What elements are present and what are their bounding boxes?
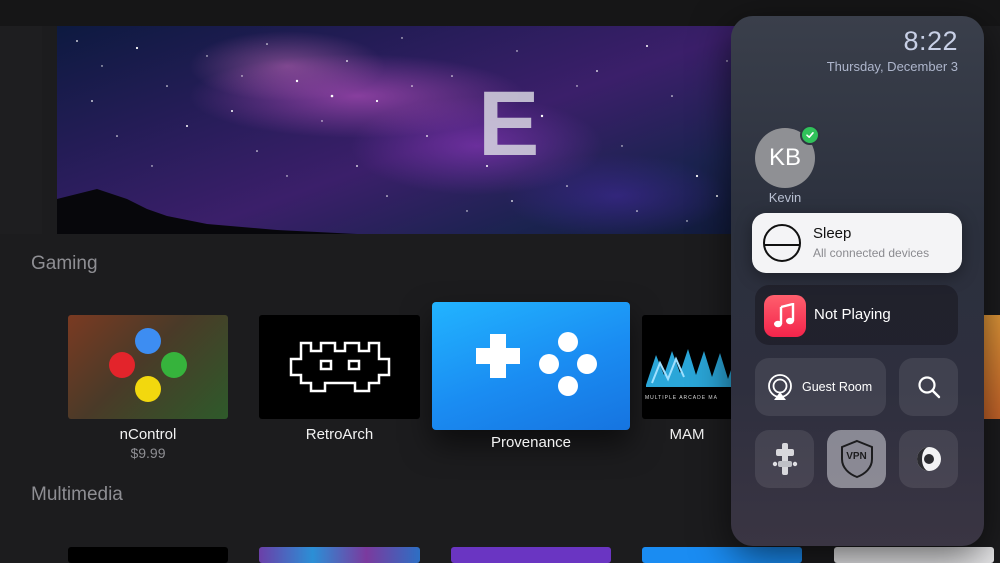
user-name: Kevin (768, 190, 802, 205)
mame-banner-text: MULTIPLE ARCADE MA (645, 395, 718, 401)
banner-previous-edge[interactable] (0, 26, 42, 234)
app-price-ncontrol: $9.99 (130, 445, 166, 461)
app-tile-multimedia-2[interactable] (259, 547, 420, 563)
dark-mode-icon (916, 447, 941, 471)
sleep-button[interactable]: Sleep All connected devices (752, 213, 962, 273)
clock-time: 8:22 (903, 26, 958, 56)
music-app-icon (764, 295, 806, 337)
app-tile-multimedia-5[interactable] (834, 547, 994, 563)
ncontrol-buttons-icon (109, 328, 187, 402)
app-label-retroarch: RetroArch (305, 426, 374, 443)
sleep-power-icon (763, 224, 801, 262)
search-button[interactable] (899, 358, 958, 416)
audio-output-label: Guest Room (802, 380, 873, 394)
mame-logo-icon (646, 349, 742, 387)
now-playing-button[interactable]: Not Playing (755, 285, 958, 345)
sleep-subtitle: All connected devices (813, 246, 930, 260)
active-user-check-icon (800, 125, 820, 145)
clock-date: Thursday, December 3 (826, 59, 958, 74)
audio-output-button[interactable]: Guest Room (755, 358, 886, 416)
app-label-ncontrol: nControl (119, 426, 177, 443)
game-controller-button[interactable] (755, 430, 814, 488)
app-tile-ncontrol[interactable] (68, 315, 228, 419)
app-label-provenance: Provenance (490, 434, 572, 451)
dark-mode-button[interactable] (899, 430, 958, 488)
vpn-button[interactable]: VPN (827, 430, 886, 488)
app-tile-mame[interactable]: MULTIPLE ARCADE MA (642, 315, 742, 419)
section-title-multimedia: Multimedia (31, 484, 123, 505)
control-center-panel: 8:22 Thursday, December 3 KB Kevin Sleep… (731, 16, 984, 546)
app-label-mame: MAM (669, 426, 705, 443)
app-tile-provenance[interactable] (432, 302, 630, 430)
app-tile-multimedia-3[interactable] (451, 547, 611, 563)
mountain-silhouette (57, 189, 357, 234)
retroarch-invader-icon (289, 341, 391, 393)
sleep-title: Sleep (813, 225, 852, 242)
banner-app-letter: E (478, 73, 540, 175)
vpn-label: VPN (846, 451, 867, 462)
search-icon (917, 376, 940, 399)
app-tile-multimedia-4[interactable] (642, 547, 802, 563)
game-controller-icon (772, 443, 797, 475)
now-playing-label: Not Playing (814, 306, 891, 323)
section-title-gaming: Gaming (31, 253, 98, 274)
provenance-gamepad-icon (476, 332, 597, 396)
app-tile-retroarch[interactable] (259, 315, 420, 419)
top-shelf-banner[interactable]: E (57, 26, 757, 234)
app-tile-multimedia-1[interactable] (68, 547, 228, 563)
airplay-audio-icon (768, 374, 792, 400)
app-tile-gaming-next[interactable] (984, 315, 1000, 419)
